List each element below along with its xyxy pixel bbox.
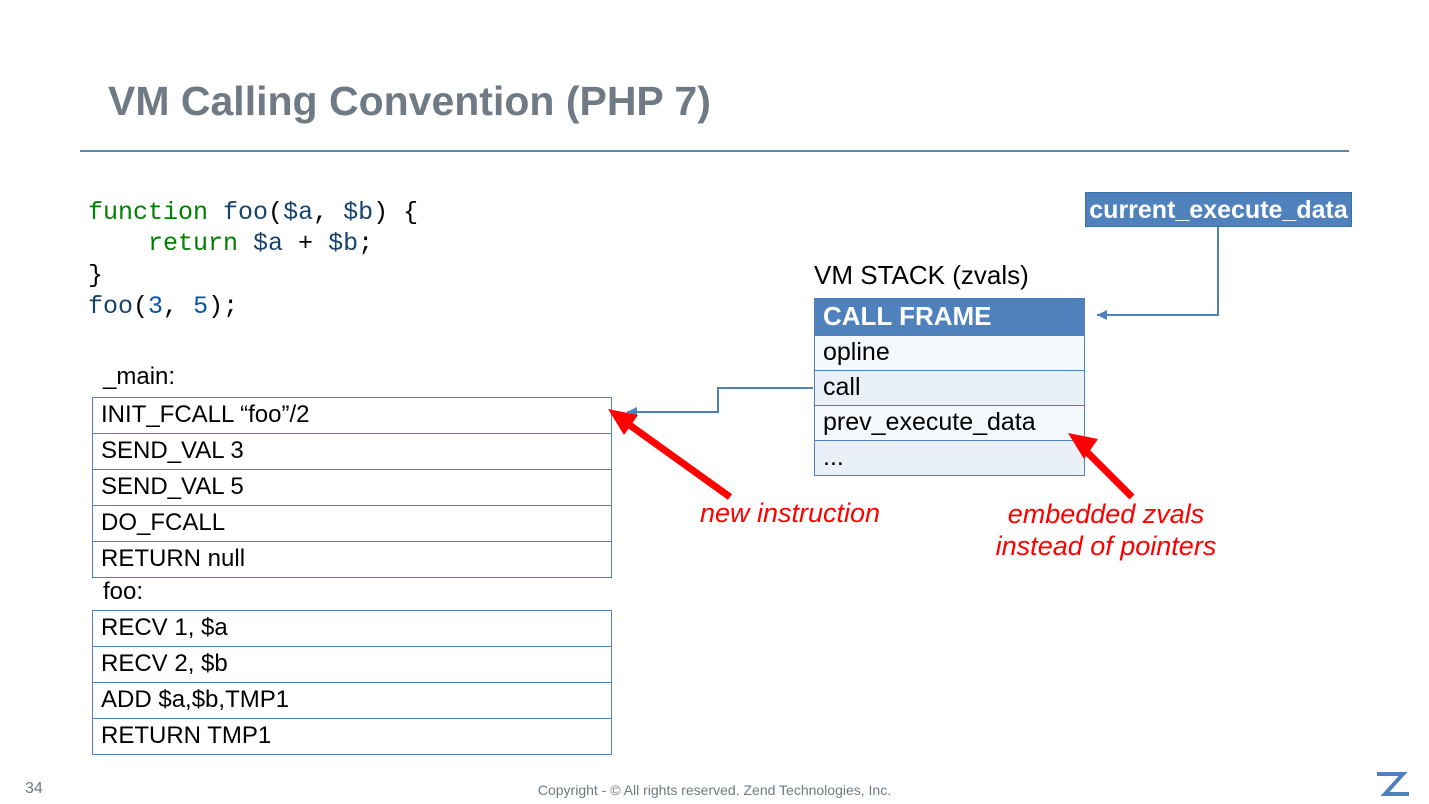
code-pun: ,	[313, 198, 343, 227]
op-row: INIT_FCALL “foo”/2	[93, 398, 612, 434]
code-pun: ,	[163, 292, 193, 321]
code-var: $b	[343, 198, 373, 227]
main-ops-table: INIT_FCALL “foo”/2 SEND_VAL 3 SEND_VAL 5…	[92, 397, 612, 578]
op-row: RETURN TMP1	[93, 719, 612, 755]
slide-title: VM Calling Convention (PHP 7)	[108, 78, 711, 125]
code-pun: (	[133, 292, 148, 321]
op-row: DO_FCALL	[93, 506, 612, 542]
code-kw: function	[88, 198, 223, 227]
footer-copyright: Copyright - © All rights reserved. Zend …	[0, 782, 1429, 798]
page-number: 34	[25, 780, 43, 798]
code-pun: (	[268, 198, 283, 227]
connector-call-to-init	[613, 340, 823, 420]
code-lit: 3	[148, 292, 163, 321]
op-row: SEND_VAL 3	[93, 434, 612, 470]
stack-row: prev_execute_data	[815, 406, 1085, 441]
annotation-new-instruction: new instruction	[680, 498, 900, 529]
zend-logo-icon	[1375, 772, 1411, 798]
annotation-embedded-zvals: embedded zvals instead of pointers	[986, 498, 1226, 563]
anno-line: instead of pointers	[996, 531, 1217, 561]
code-var: $b	[328, 229, 358, 258]
code-op: +	[298, 229, 328, 258]
code-pun: }	[88, 261, 103, 290]
current-execute-data-box: current_execute_data	[1085, 192, 1352, 227]
stack-row: opline	[815, 336, 1085, 371]
arrow-new-instruction	[600, 405, 740, 505]
op-row: ADD $a,$b,TMP1	[93, 683, 612, 719]
code-fn: foo	[223, 198, 268, 227]
code-pun: ;	[358, 229, 373, 258]
foo-ops-table: RECV 1, $a RECV 2, $b ADD $a,$b,TMP1 RET…	[92, 610, 612, 755]
stack-row: ...	[815, 441, 1085, 476]
stack-table: CALL FRAME opline call prev_execute_data…	[814, 298, 1085, 476]
slide: VM Calling Convention (PHP 7) function f…	[0, 0, 1429, 804]
op-row: RECV 1, $a	[93, 611, 612, 647]
stack-header: CALL FRAME	[815, 299, 1085, 336]
main-label: _main:	[103, 363, 175, 391]
code-lit: 5	[193, 292, 208, 321]
code-sample: function foo($a, $b) { return $a + $b; }…	[88, 197, 418, 322]
code-fn: foo	[88, 292, 133, 321]
vm-stack-label: VM STACK (zvals)	[814, 260, 1029, 291]
op-row: SEND_VAL 5	[93, 470, 612, 506]
op-row: RETURN null	[93, 542, 612, 578]
code-pun: ) {	[373, 198, 418, 227]
op-row: RECV 2, $b	[93, 647, 612, 683]
connector-ced-to-frame	[1083, 227, 1223, 323]
code-kw: return	[88, 229, 253, 258]
anno-line: embedded zvals	[1008, 499, 1205, 529]
code-var: $a	[283, 198, 313, 227]
code-pun: );	[208, 292, 238, 321]
stack-row: call	[815, 371, 1085, 406]
foo-label: foo:	[103, 578, 143, 606]
code-var: $a	[253, 229, 298, 258]
title-underline	[80, 150, 1349, 152]
